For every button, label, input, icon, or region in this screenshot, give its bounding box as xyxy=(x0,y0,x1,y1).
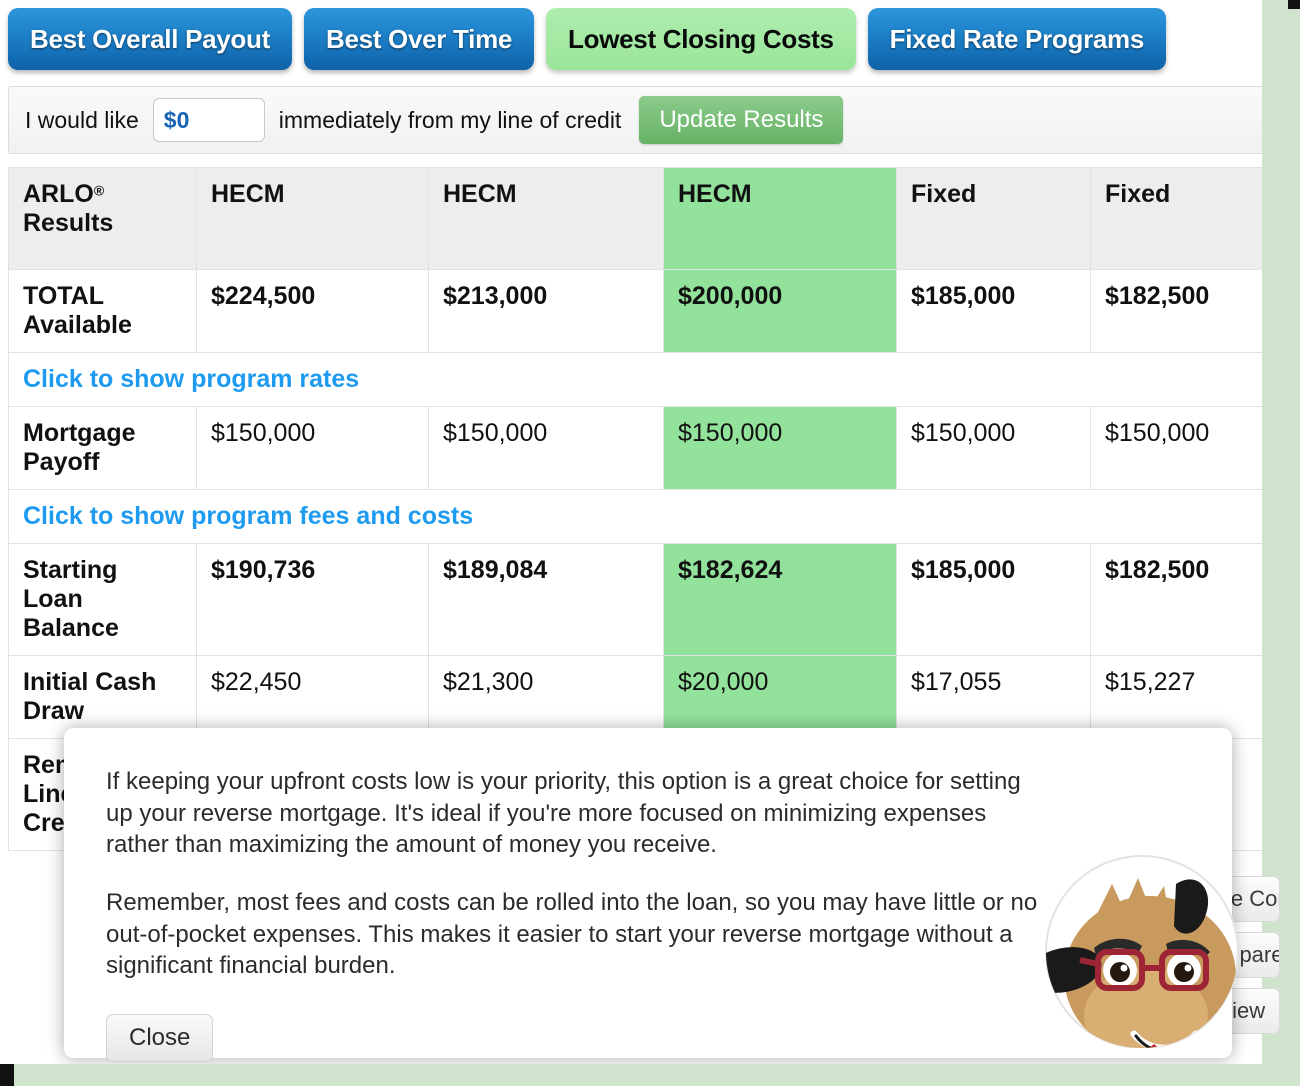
tab-best-over-time[interactable]: Best Over Time xyxy=(303,8,535,70)
cell-total-available-4: $185,000 xyxy=(896,269,1091,353)
show-program-rates-link[interactable]: Click to show program rates xyxy=(23,365,359,394)
table-header-row: ARLO® Results HECM HECM HECM Fixed Fixed xyxy=(8,167,1281,270)
cell-starting-loan-balance-3: $182,624 xyxy=(663,543,897,656)
cell-mortgage-payoff-3: $150,000 xyxy=(663,406,897,490)
modal-paragraph-2: Remember, most fees and costs can be rol… xyxy=(106,889,1038,980)
program-tab-bar: Best Overall Payout Best Over Time Lowes… xyxy=(8,8,1167,70)
header-results-label: Results xyxy=(23,209,114,237)
table-row: Mortgage Payoff $150,000 $150,000 $150,0… xyxy=(8,406,1281,490)
cell-total-available-5: $182,500 xyxy=(1090,269,1281,353)
disclosure-cell-rates: Click to show program rates xyxy=(8,352,1281,407)
cell-mortgage-payoff-5: $150,000 xyxy=(1090,406,1281,490)
bottom-page-accent-strip xyxy=(0,1064,1300,1086)
cell-mortgage-payoff-4: $150,000 xyxy=(896,406,1091,490)
cell-starting-loan-balance-5: $182,500 xyxy=(1090,543,1281,656)
draw-amount-input[interactable] xyxy=(152,98,265,142)
header-arlo-label: ARLO xyxy=(23,180,94,208)
row-label-total-available: TOTAL Available xyxy=(8,269,197,353)
cell-mortgage-payoff-1: $150,000 xyxy=(196,406,429,490)
tab-fixed-rate-programs[interactable]: Fixed Rate Programs xyxy=(867,8,1167,70)
cell-starting-loan-balance-2: $189,084 xyxy=(428,543,664,656)
page-canvas: Best Overall Payout Best Over Time Lowes… xyxy=(0,0,1286,1064)
cell-total-available-3: $200,000 xyxy=(663,269,897,353)
line-of-credit-draw-bar: I would like immediately from my line of… xyxy=(8,86,1276,154)
cell-mortgage-payoff-2: $150,000 xyxy=(428,406,664,490)
modal-close-button[interactable]: Close xyxy=(106,1014,214,1063)
cell-initial-cash-draw-3: $20,000 xyxy=(663,655,897,739)
cell-starting-loan-balance-4: $185,000 xyxy=(896,543,1091,656)
header-col-1: HECM xyxy=(196,167,429,270)
table-row: TOTAL Available $224,500 $213,000 $200,0… xyxy=(8,269,1281,353)
header-col-2: HECM xyxy=(428,167,664,270)
row-label-mortgage-payoff: Mortgage Payoff xyxy=(8,406,197,490)
update-results-button[interactable]: Update Results xyxy=(639,96,844,144)
draw-prefix-label: I would like xyxy=(25,106,139,133)
show-program-fees-link[interactable]: Click to show program fees and costs xyxy=(23,502,473,531)
cell-total-available-2: $213,000 xyxy=(428,269,664,353)
cell-total-available-1: $224,500 xyxy=(196,269,429,353)
table-row: Starting Loan Balance $190,736 $189,084 … xyxy=(8,543,1281,656)
header-col-4: Fixed xyxy=(896,167,1091,270)
header-col-5: Fixed xyxy=(1090,167,1281,270)
registered-trademark-icon: ® xyxy=(93,182,105,199)
info-modal: If keeping your upfront costs low is you… xyxy=(64,728,1232,1063)
header-arlo-results: ARLO® Results xyxy=(8,167,197,270)
tab-lowest-closing-costs[interactable]: Lowest Closing Costs xyxy=(546,8,856,70)
top-right-corner-marker xyxy=(1288,0,1300,9)
cell-initial-cash-draw-2: $21,300 xyxy=(428,655,664,739)
tab-best-overall-payout[interactable]: Best Overall Payout xyxy=(8,8,292,70)
cell-initial-cash-draw-1: $22,450 xyxy=(196,655,429,739)
draw-suffix-label: immediately from my line of credit xyxy=(278,106,622,133)
bottom-left-corner-marker xyxy=(0,1064,14,1086)
disclosure-cell-fees: Click to show program fees and costs xyxy=(8,489,1281,544)
cell-initial-cash-draw-5: $15,227 xyxy=(1090,655,1281,739)
modal-paragraph-1: If keeping your upfront costs low is you… xyxy=(106,768,1021,859)
header-col-3-highlighted: HECM xyxy=(663,167,897,270)
row-label-initial-cash-draw: Initial Cash Draw xyxy=(8,655,197,739)
table-row: Initial Cash Draw $22,450 $21,300 $20,00… xyxy=(8,655,1281,739)
row-label-starting-loan-balance: Starting Loan Balance xyxy=(8,543,197,656)
table-row: Click to show program rates xyxy=(8,352,1281,407)
table-row: Click to show program fees and costs xyxy=(8,489,1281,544)
cell-starting-loan-balance-1: $190,736 xyxy=(196,543,429,656)
cell-initial-cash-draw-4: $17,055 xyxy=(896,655,1091,739)
